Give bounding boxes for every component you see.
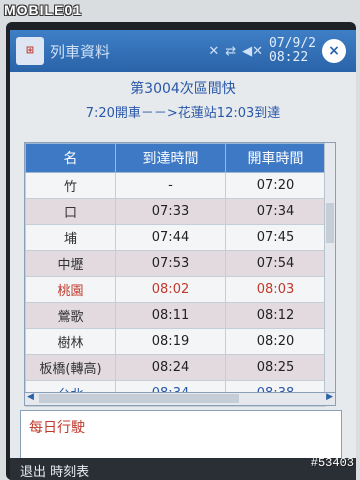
arrive-time: 08:02 bbox=[115, 276, 226, 303]
arrive-time: - bbox=[115, 172, 226, 199]
depart-time: 07:34 bbox=[225, 198, 326, 225]
station-name: 竹 bbox=[25, 172, 116, 199]
table-row[interactable]: 埔 07:44 07:45 bbox=[25, 224, 326, 251]
timetable-grid: 名 到達時間 開車時間 竹 - 07:20 口 07:33 07:34 埔 07… bbox=[25, 143, 326, 407]
arrive-time: 08:11 bbox=[115, 302, 226, 329]
arrive-time: 07:44 bbox=[115, 224, 226, 251]
table-row[interactable]: 板橋(轉高) 08:24 08:25 bbox=[25, 354, 326, 381]
table-header-row: 名 到達時間 開車時間 bbox=[25, 143, 326, 173]
clock[interactable]: 07/9/2 08:22 bbox=[269, 37, 316, 65]
scroll-right-icon[interactable]: ▶ bbox=[326, 392, 333, 402]
signal-icon[interactable]: ✕ bbox=[208, 44, 219, 59]
notes-box[interactable]: 每日行駛 bbox=[20, 410, 342, 462]
depart-time: 08:20 bbox=[225, 328, 326, 355]
train-title: 第3004次區間快 bbox=[130, 81, 236, 97]
post-id-watermark: #53403 bbox=[310, 456, 354, 470]
station-name: 埔 bbox=[25, 224, 116, 251]
volume-icon[interactable]: ◀✕ bbox=[242, 44, 263, 59]
table-row[interactable]: 鶯歌 08:11 08:12 bbox=[25, 302, 326, 329]
start-menu-icon[interactable]: ⊞ bbox=[16, 37, 44, 65]
timetable[interactable]: 名 到達時間 開車時間 竹 - 07:20 口 07:33 07:34 埔 07… bbox=[24, 142, 336, 407]
depart-time: 07:20 bbox=[225, 172, 326, 199]
arrive-time: 08:19 bbox=[115, 328, 226, 355]
brand-watermark: MOBILE01 bbox=[4, 2, 83, 18]
time-text: 08:22 bbox=[269, 50, 309, 65]
table-row[interactable]: 桃園 08:02 08:03 bbox=[25, 276, 326, 303]
station-name: 鶯歌 bbox=[25, 302, 116, 329]
table-row[interactable]: 口 07:33 07:34 bbox=[25, 198, 326, 225]
depart-time: 07:54 bbox=[225, 250, 326, 277]
horizontal-scroll-thumb[interactable] bbox=[39, 394, 239, 403]
col-depart[interactable]: 開車時間 bbox=[225, 143, 326, 173]
status-icons: ✕ ⇄ ◀✕ 07/9/2 08:22 bbox=[208, 37, 316, 65]
station-name: 口 bbox=[25, 198, 116, 225]
depart-time: 08:25 bbox=[225, 354, 326, 381]
depart-time: 08:03 bbox=[225, 276, 326, 303]
horizontal-scrollbar[interactable]: ◀ ▶ bbox=[24, 392, 336, 406]
vertical-scrollbar[interactable] bbox=[324, 143, 335, 393]
col-arrive[interactable]: 到達時間 bbox=[115, 143, 226, 173]
phone-screen: ⊞ 列車資料 ✕ ⇄ ◀✕ 07/9/2 08:22 × 第3004次區間快 7… bbox=[10, 30, 356, 480]
table-row[interactable]: 中壢 07:53 07:54 bbox=[25, 250, 326, 277]
table-row[interactable]: 樹林 08:19 08:20 bbox=[25, 328, 326, 355]
title-bar: ⊞ 列車資料 ✕ ⇄ ◀✕ 07/9/2 08:22 × bbox=[10, 30, 356, 72]
connection-icon[interactable]: ⇄ bbox=[225, 44, 236, 59]
vertical-scroll-thumb[interactable] bbox=[326, 203, 334, 243]
arrive-time: 07:33 bbox=[115, 198, 226, 225]
station-name: 中壢 bbox=[25, 250, 116, 277]
date-text: 07/9/2 bbox=[269, 36, 316, 51]
arrive-time: 08:24 bbox=[115, 354, 226, 381]
close-button[interactable]: × bbox=[322, 39, 346, 63]
station-name: 板橋(轉高) bbox=[25, 354, 116, 381]
exit-timetable-menu[interactable]: 退出 時刻表 bbox=[20, 461, 89, 480]
scroll-left-icon[interactable]: ◀ bbox=[27, 392, 34, 402]
depart-time: 07:45 bbox=[225, 224, 326, 251]
train-route: 7:20開車－－>花蓮站12:03到達 bbox=[85, 106, 281, 121]
depart-time: 08:12 bbox=[225, 302, 326, 329]
window-title: 列車資料 bbox=[50, 42, 111, 61]
station-name: 樹林 bbox=[25, 328, 116, 355]
notes-text: 每日行駛 bbox=[29, 420, 85, 436]
arrive-time: 07:53 bbox=[115, 250, 226, 277]
station-name: 桃園 bbox=[25, 276, 116, 303]
col-station[interactable]: 名 bbox=[25, 143, 116, 173]
menu-bar: 退出 時刻表 bbox=[10, 458, 356, 480]
table-row[interactable]: 竹 - 07:20 bbox=[25, 172, 326, 199]
